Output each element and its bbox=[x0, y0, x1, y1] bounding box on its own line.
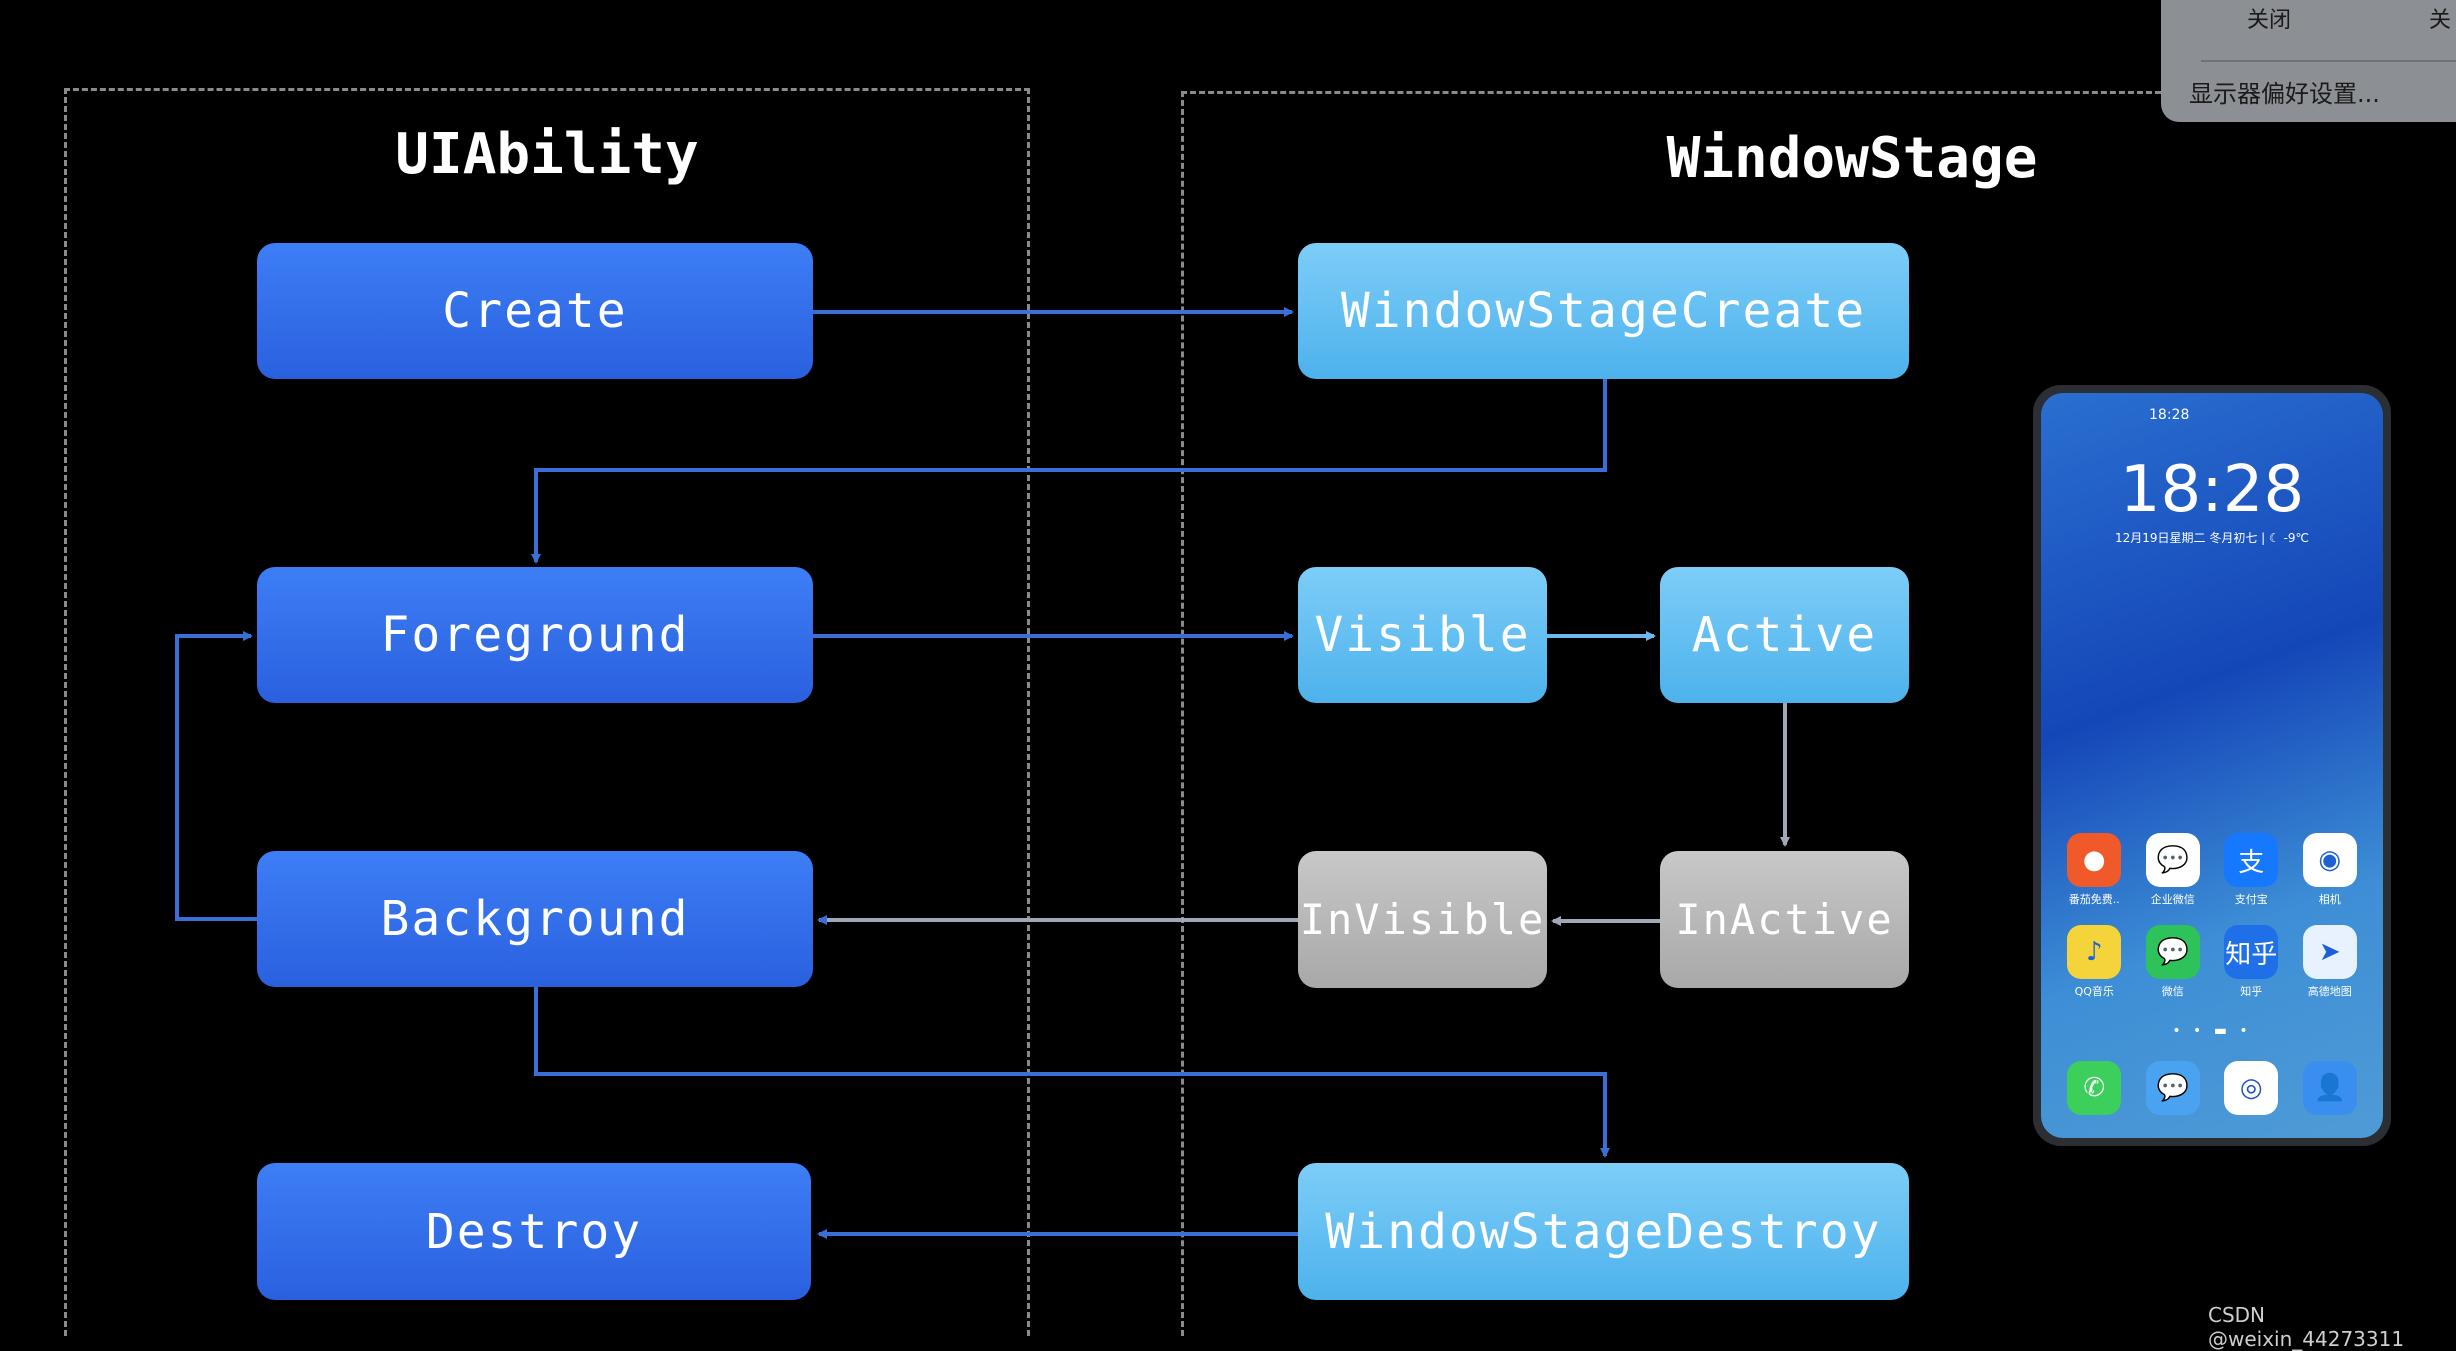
date-weather: 12月19日星期二 冬月初七 | ☾ -9℃ bbox=[2114, 531, 2310, 545]
arrow-wscreate-to-foreground bbox=[531, 379, 1607, 564]
camera-icon: ◉ bbox=[2302, 833, 2357, 887]
app-item[interactable]: 知乎 知乎 bbox=[2212, 925, 2291, 999]
browser-icon: ◎ bbox=[2224, 1061, 2279, 1115]
node-label: Visible bbox=[1314, 607, 1531, 663]
node-invisible: InVisible bbox=[1298, 851, 1547, 988]
status-time: 18:28 bbox=[2149, 407, 2190, 423]
menu-separator bbox=[2201, 60, 2456, 62]
wecom-icon: 💬 bbox=[2145, 833, 2200, 887]
node-label: Active bbox=[1691, 607, 1878, 663]
arrow-background-to-foreground bbox=[175, 631, 257, 921]
lock-clock: 18:28 bbox=[2119, 453, 2305, 527]
node-label: WindowStageDestroy bbox=[1325, 1203, 1882, 1260]
app-label: 微信 bbox=[2161, 985, 2184, 998]
app-label: 相机 bbox=[2318, 893, 2341, 906]
node-label: InActive bbox=[1675, 895, 1894, 944]
app-label: 支付宝 bbox=[2234, 893, 2268, 906]
node-destroy: Destroy bbox=[257, 1163, 811, 1300]
node-window-stage-destroy: WindowStageDestroy bbox=[1298, 1163, 1909, 1300]
node-label: Create bbox=[442, 283, 628, 339]
app-item[interactable]: ♪ QQ音乐 bbox=[2055, 925, 2134, 999]
amap-icon: ➤ bbox=[2302, 925, 2357, 979]
app-label: 知乎 bbox=[2240, 985, 2263, 998]
alipay-icon: 支 bbox=[2224, 833, 2279, 887]
node-label: Destroy bbox=[425, 1203, 643, 1260]
app-item[interactable]: ◉ 相机 bbox=[2291, 833, 2370, 907]
menu-item-close[interactable]: 关闭 bbox=[2247, 2, 2291, 34]
app-label: 高德地图 bbox=[2307, 985, 2352, 998]
arrow-background-to-wsdestroy bbox=[534, 987, 1610, 1158]
app-item[interactable]: 支支付宝 bbox=[2212, 833, 2291, 907]
node-active: Active bbox=[1660, 567, 1909, 703]
dock-item[interactable]: ✆ bbox=[2055, 1061, 2134, 1115]
wechat-icon: 💬 bbox=[2145, 925, 2200, 979]
app-label: 番茄免费.. bbox=[2068, 893, 2120, 906]
phone-screen: 18:28 18:28 12月19日星期二 冬月初七 | ☾ -9℃ ● 番茄免费… bbox=[2041, 393, 2383, 1138]
menu-item-close-2[interactable]: 关 bbox=[2429, 2, 2451, 34]
node-background: Background bbox=[257, 851, 813, 987]
dock-item[interactable]: 👤 bbox=[2291, 1061, 2370, 1115]
zhihu-icon: 知乎 bbox=[2224, 925, 2279, 979]
app-grid: ● 番茄免费.. 💬 企业微信支支付宝 ◉ 相机 ♪ QQ音乐 💬 微信 知乎 知乎 ➤ 高德地图 bbox=[2055, 833, 2369, 999]
page-indicator: • • ▬ • bbox=[2172, 1023, 2252, 1039]
contacts-icon: 👤 bbox=[2302, 1061, 2357, 1115]
node-label: Background bbox=[380, 891, 690, 947]
tomato-icon: ● bbox=[2067, 833, 2122, 887]
phone-mockup: 18:28 18:28 12月19日星期二 冬月初七 | ☾ -9℃ ● 番茄免费… bbox=[2033, 385, 2391, 1146]
node-visible: Visible bbox=[1298, 567, 1547, 703]
node-create: Create bbox=[257, 243, 813, 379]
node-foreground: Foreground bbox=[257, 567, 813, 703]
qqmusic-icon: ♪ bbox=[2067, 925, 2122, 979]
menu-item-display-preferences[interactable]: 显示器偏好设置... bbox=[2189, 74, 2380, 109]
dock-item[interactable]: 💬 bbox=[2134, 1061, 2213, 1115]
node-label: InVisible bbox=[1299, 895, 1546, 944]
context-menu: 关闭 关 显示器偏好设置... bbox=[2161, 0, 2456, 122]
messages-icon: 💬 bbox=[2145, 1061, 2200, 1115]
node-window-stage-create: WindowStageCreate bbox=[1298, 243, 1909, 379]
app-item[interactable]: ➤ 高德地图 bbox=[2291, 925, 2370, 999]
dock-item[interactable]: ◎ bbox=[2212, 1061, 2291, 1115]
app-item[interactable]: 💬 微信 bbox=[2134, 925, 2213, 999]
dock: ✆ 💬 ◎ 👤 bbox=[2055, 1061, 2369, 1115]
node-inactive: InActive bbox=[1660, 851, 1909, 988]
node-label: Foreground bbox=[380, 607, 690, 663]
app-label: 企业微信 bbox=[2150, 893, 2195, 906]
app-label: QQ音乐 bbox=[2074, 985, 2114, 998]
app-item[interactable]: ● 番茄免费.. bbox=[2055, 833, 2134, 907]
watermark: CSDN @weixin_44273311 bbox=[2208, 1303, 2405, 1351]
app-item[interactable]: 💬 企业微信 bbox=[2134, 833, 2213, 907]
node-label: WindowStageCreate bbox=[1340, 283, 1867, 339]
phone-icon: ✆ bbox=[2067, 1061, 2122, 1115]
